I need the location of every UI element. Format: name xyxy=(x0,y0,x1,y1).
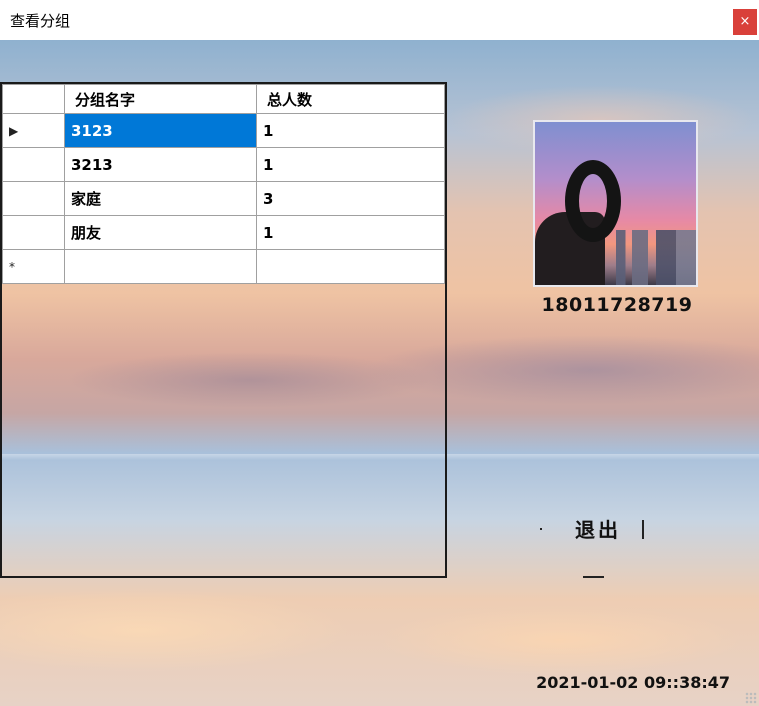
resize-grip-icon[interactable] xyxy=(745,692,757,704)
column-header-group-name[interactable]: 分组名字 xyxy=(64,84,257,114)
group-count-cell[interactable]: 1 xyxy=(256,215,445,250)
phone-number: 18011728719 xyxy=(541,294,693,316)
group-name-cell[interactable]: 朋友 xyxy=(64,215,257,250)
close-icon: × xyxy=(739,14,751,29)
table-row[interactable]: 3213 1 xyxy=(2,147,445,182)
grid-header-row: 分组名字 总人数 xyxy=(2,84,445,114)
groups-grid[interactable]: 分组名字 总人数 ▶ 3123 1 3213 1 家庭 3 朋友 1 * xyxy=(2,84,445,284)
exit-underline xyxy=(583,576,604,578)
new-group-name-cell[interactable] xyxy=(64,249,257,284)
group-name-cell[interactable]: 3123 xyxy=(64,113,257,148)
datetime-label: 2021-01-02 09::38:47 xyxy=(536,673,730,692)
exit-button[interactable]: 退出 xyxy=(543,513,653,548)
camera-lens-icon xyxy=(565,160,621,242)
group-name-cell[interactable]: 家庭 xyxy=(64,181,257,216)
group-count-cell[interactable]: 3 xyxy=(256,181,445,216)
new-row[interactable]: * xyxy=(2,249,445,284)
avatar-city-shape xyxy=(616,230,696,285)
group-count-cell[interactable]: 1 xyxy=(256,113,445,148)
close-button[interactable]: × xyxy=(733,9,757,35)
row-selector[interactable] xyxy=(2,181,65,216)
avatar xyxy=(533,120,698,287)
new-group-count-cell[interactable] xyxy=(256,249,445,284)
row-header-corner xyxy=(2,84,65,114)
table-row[interactable]: ▶ 3123 1 xyxy=(2,113,445,148)
group-count-cell[interactable]: 1 xyxy=(256,147,445,182)
column-header-total-count[interactable]: 总人数 xyxy=(256,84,445,114)
new-row-asterisk-icon[interactable]: * xyxy=(2,249,65,284)
title-bar: 查看分组 × xyxy=(0,0,759,40)
row-selector-icon[interactable]: ▶ xyxy=(2,113,65,148)
main-content: 分组名字 总人数 ▶ 3123 1 3213 1 家庭 3 朋友 1 * 180… xyxy=(0,40,759,706)
group-name-cell[interactable]: 3213 xyxy=(64,147,257,182)
row-selector[interactable] xyxy=(2,215,65,250)
groups-grid-panel[interactable]: 分组名字 总人数 ▶ 3123 1 3213 1 家庭 3 朋友 1 * xyxy=(0,82,447,578)
row-selector[interactable] xyxy=(2,147,65,182)
exit-mark-left xyxy=(540,528,542,530)
table-row[interactable]: 朋友 1 xyxy=(2,215,445,250)
table-row[interactable]: 家庭 3 xyxy=(2,181,445,216)
exit-mark-right xyxy=(642,520,644,539)
window-title: 查看分组 xyxy=(10,12,71,30)
